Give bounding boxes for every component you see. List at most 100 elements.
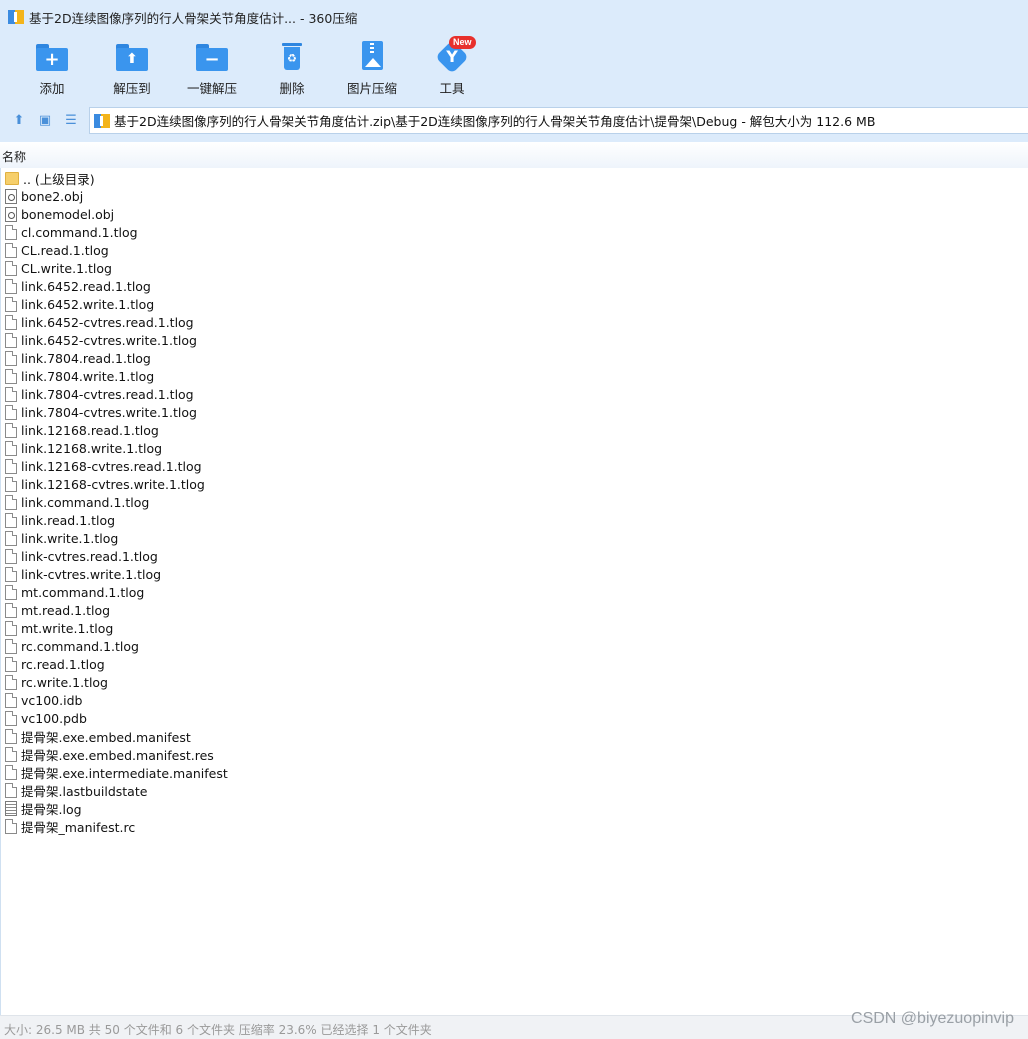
list-view-icon[interactable]: ☰ xyxy=(62,112,80,130)
file-list-item[interactable]: rc.command.1.tlog xyxy=(5,637,139,655)
file-list-item[interactable]: link.7804-cvtres.write.1.tlog xyxy=(5,403,197,421)
file-name: link.7804.write.1.tlog xyxy=(21,368,155,384)
file-list-item[interactable]: bone2.obj xyxy=(5,187,83,205)
file-list-item[interactable]: link.12168-cvtres.write.1.tlog xyxy=(5,475,205,493)
file-list-item[interactable]: mt.write.1.tlog xyxy=(5,619,113,637)
up-arrow-icon[interactable]: ⬆ xyxy=(10,112,28,130)
file-list-item[interactable]: vc100.idb xyxy=(5,691,82,709)
file-icon xyxy=(5,368,17,384)
one-click-extract-icon: − xyxy=(195,40,229,72)
add-button[interactable]: + 添加 xyxy=(12,34,92,100)
file-name: link.6452-cvtres.write.1.tlog xyxy=(21,332,197,348)
file-icon xyxy=(5,620,17,636)
file-list-item[interactable]: cl.command.1.tlog xyxy=(5,223,138,241)
file-list-item[interactable]: 提骨架.exe.embed.manifest xyxy=(5,727,191,745)
file-icon xyxy=(5,404,17,420)
file-list-item[interactable]: link.12168.write.1.tlog xyxy=(5,439,162,457)
file-list-item[interactable]: link.12168-cvtres.read.1.tlog xyxy=(5,457,202,475)
title-bar: 基于2D连续图像序列的行人骨架关节角度估计... - 360压缩 xyxy=(0,0,1028,34)
file-list-item[interactable]: bonemodel.obj xyxy=(5,205,114,223)
file-list-item[interactable]: CL.read.1.tlog xyxy=(5,241,109,259)
extract-to-button[interactable]: ⬆ 解压到 xyxy=(92,34,172,100)
file-list-item[interactable]: link-cvtres.read.1.tlog xyxy=(5,547,158,565)
file-list-item[interactable]: vc100.pdb xyxy=(5,709,87,727)
file-list-item[interactable]: link.read.1.tlog xyxy=(5,511,115,529)
address-bar[interactable]: 基于2D连续图像序列的行人骨架关节角度估计.zip\基于2D连续图像序列的行人骨… xyxy=(89,107,1028,134)
log-file-icon xyxy=(5,800,17,816)
file-list-item[interactable]: 提骨架.lastbuildstate xyxy=(5,781,147,799)
file-name: mt.command.1.tlog xyxy=(21,584,145,600)
file-list-item[interactable]: link.6452-cvtres.write.1.tlog xyxy=(5,331,197,349)
file-list-item[interactable]: link.6452-cvtres.read.1.tlog xyxy=(5,313,194,331)
file-icon xyxy=(5,818,17,834)
obj-file-icon xyxy=(5,206,17,222)
file-name: link-cvtres.read.1.tlog xyxy=(21,548,158,564)
file-name: 提骨架.exe.embed.manifest xyxy=(21,729,191,745)
file-name: link.7804-cvtres.write.1.tlog xyxy=(21,404,197,420)
tools-icon: Y New xyxy=(435,36,476,74)
file-name: CL.read.1.tlog xyxy=(21,242,109,258)
file-list-item[interactable]: link.6452.write.1.tlog xyxy=(5,295,154,313)
file-icon xyxy=(5,314,17,330)
file-name: vc100.pdb xyxy=(21,710,87,726)
file-list-item[interactable]: link.7804.write.1.tlog xyxy=(5,367,154,385)
file-icon xyxy=(5,332,17,348)
archive-icon xyxy=(94,113,110,129)
file-list-item[interactable]: .. (上级目录) xyxy=(5,169,95,187)
file-list-item[interactable]: 提骨架.exe.intermediate.manifest xyxy=(5,763,228,781)
file-icon xyxy=(5,386,17,402)
file-name: link.12168.write.1.tlog xyxy=(21,440,163,456)
file-icon xyxy=(5,440,17,456)
file-list-item[interactable]: mt.command.1.tlog xyxy=(5,583,144,601)
file-icon xyxy=(5,692,17,708)
file-name: link.read.1.tlog xyxy=(21,512,116,528)
file-list-item[interactable]: link.12168.read.1.tlog xyxy=(5,421,159,439)
one-click-extract-button-label: 一键解压 xyxy=(186,81,237,96)
image-compress-button-label: 图片压缩 xyxy=(346,81,397,96)
file-icon xyxy=(5,512,17,528)
address-path: 基于2D连续图像序列的行人骨架关节角度估计.zip\基于2D连续图像序列的行人骨… xyxy=(114,114,876,129)
file-list-item[interactable]: 提骨架.exe.embed.manifest.res xyxy=(5,745,214,763)
new-badge: New xyxy=(449,36,476,49)
file-icon xyxy=(5,710,17,726)
image-compress-icon xyxy=(355,40,389,72)
file-name: bonemodel.obj xyxy=(21,206,115,222)
file-icon xyxy=(5,242,17,258)
tools-button[interactable]: Y New 工具 xyxy=(412,34,492,100)
one-click-extract-button[interactable]: − 一键解压 xyxy=(172,34,252,100)
app-icon xyxy=(8,9,24,25)
file-name: link.write.1.tlog xyxy=(21,530,119,546)
file-name: CL.write.1.tlog xyxy=(21,260,112,276)
file-name: 提骨架.exe.intermediate.manifest xyxy=(21,765,228,781)
file-list-item[interactable]: mt.read.1.tlog xyxy=(5,601,110,619)
file-list-item[interactable]: rc.read.1.tlog xyxy=(5,655,105,673)
file-name: link.12168-cvtres.read.1.tlog xyxy=(21,458,202,474)
file-list-item[interactable]: link.7804.read.1.tlog xyxy=(5,349,151,367)
add-button-label: 添加 xyxy=(39,81,65,96)
file-name: mt.read.1.tlog xyxy=(21,602,111,618)
window-title: 基于2D连续图像序列的行人骨架关节角度估计... - 360压缩 xyxy=(29,10,358,26)
file-name: link.6452.read.1.tlog xyxy=(21,278,151,294)
delete-button[interactable]: ♻ 删除 xyxy=(252,34,332,100)
file-icon xyxy=(5,638,17,654)
file-icon xyxy=(5,422,17,438)
file-list-item[interactable]: link.command.1.tlog xyxy=(5,493,149,511)
file-list-item[interactable]: rc.write.1.tlog xyxy=(5,673,108,691)
file-list-item[interactable]: 提骨架.log xyxy=(5,799,82,817)
file-name: 提骨架.lastbuildstate xyxy=(21,783,148,799)
file-list-item[interactable]: 提骨架_manifest.rc xyxy=(5,817,135,835)
file-icon xyxy=(5,278,17,294)
file-name: link.6452-cvtres.read.1.tlog xyxy=(21,314,194,330)
file-name: vc100.idb xyxy=(21,692,83,708)
obj-file-icon xyxy=(5,188,17,204)
file-list-item[interactable]: link.write.1.tlog xyxy=(5,529,118,547)
thumbnail-view-icon[interactable]: ▣ xyxy=(36,112,54,130)
file-icon xyxy=(5,782,17,798)
image-compress-button[interactable]: 图片压缩 xyxy=(332,34,412,100)
file-list-item[interactable]: link.6452.read.1.tlog xyxy=(5,277,151,295)
file-icon xyxy=(5,476,17,492)
file-list-item[interactable]: link-cvtres.write.1.tlog xyxy=(5,565,161,583)
column-header-name[interactable]: 名称 xyxy=(0,142,1028,168)
file-list-item[interactable]: CL.write.1.tlog xyxy=(5,259,112,277)
file-list-item[interactable]: link.7804-cvtres.read.1.tlog xyxy=(5,385,194,403)
